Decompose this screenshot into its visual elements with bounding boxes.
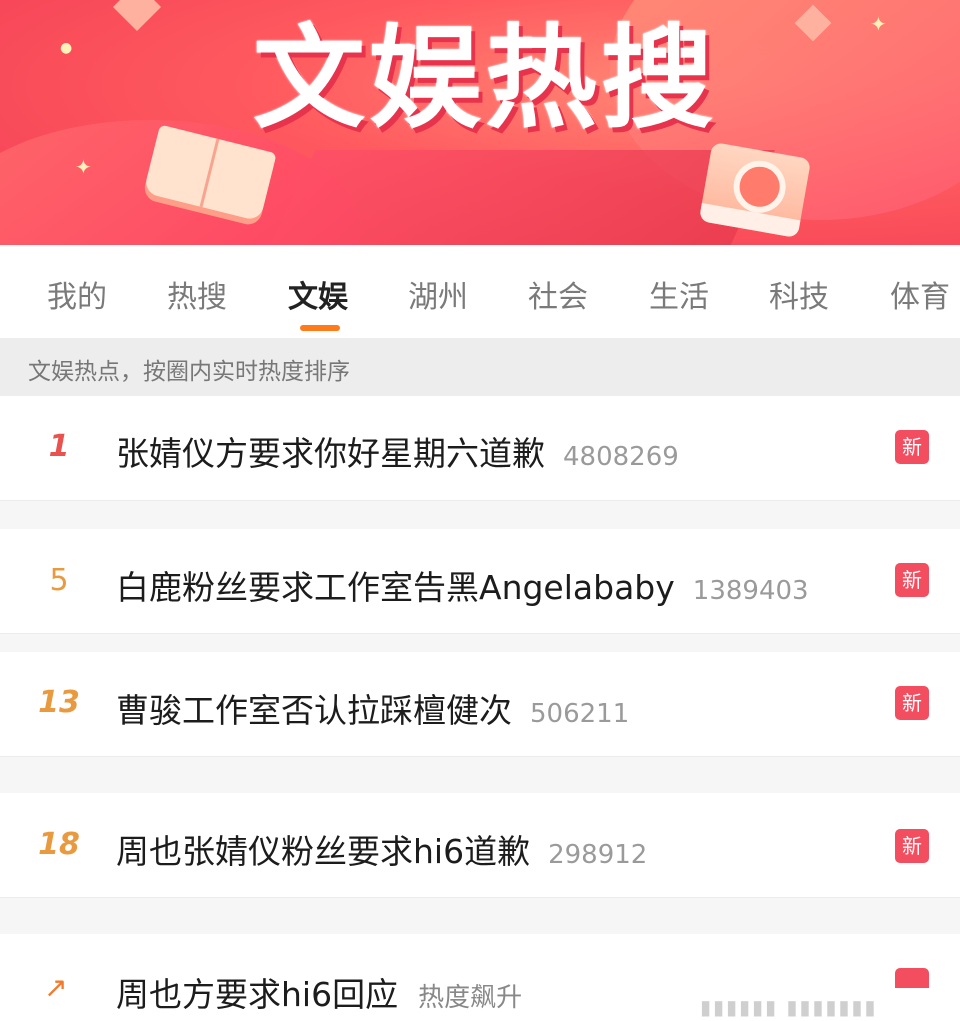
new-badge: 新 xyxy=(895,686,929,720)
topic-title: 周也方要求hi6回应 热度飙升 xyxy=(116,975,523,1014)
list-item[interactable]: 18 周也张婧仪粉丝要求hi6道歉 298912 新 xyxy=(0,793,960,897)
rank-number: 18 xyxy=(38,827,80,862)
sparkle-icon: ✦ xyxy=(75,155,92,179)
list-item[interactable]: 13 曹骏工作室否认拉踩檀健次 506211 新 xyxy=(0,652,960,756)
rising-badge xyxy=(895,968,929,988)
new-badge: 新 xyxy=(895,430,929,464)
topic-title: 白鹿粉丝要求工作室告黑Angelababy 1389403 xyxy=(116,568,809,607)
heat-count: 1389403 xyxy=(692,576,809,606)
active-tab-indicator xyxy=(300,325,340,331)
heat-count: 506211 xyxy=(530,699,630,729)
banner: ✦ ✦ ● 文娱热搜 xyxy=(0,0,960,245)
tab-tech[interactable]: 科技 xyxy=(769,272,829,316)
section-header: 文娱热点，按圈内实时热度排序 xyxy=(0,338,960,396)
tab-society[interactable]: 社会 xyxy=(528,272,588,316)
rising-arrow-icon: ↗ xyxy=(44,971,68,1004)
list-item[interactable]: 5 白鹿粉丝要求工作室告黑Angelababy 1389403 新 xyxy=(0,529,960,633)
separator xyxy=(0,634,960,652)
tab-sports[interactable]: 体育 xyxy=(890,272,950,316)
category-tabs: 我的 热搜 文娱 湖州 社会 生活 科技 体育 xyxy=(0,245,960,337)
tab-mine[interactable]: 我的 xyxy=(47,272,107,316)
topic-title: 周也张婧仪粉丝要求hi6道歉 298912 xyxy=(116,832,648,871)
topic-title: 曹骏工作室否认拉踩檀健次 506211 xyxy=(116,691,630,730)
rank-number: 5 xyxy=(49,563,69,598)
tab-hot-search[interactable]: 热搜 xyxy=(167,272,227,316)
diamond-decoration xyxy=(112,0,162,32)
rank-number: 1 xyxy=(48,429,70,464)
new-badge: 新 xyxy=(895,829,929,863)
topic-title: 张婧仪方要求你好星期六道歉 4808269 xyxy=(116,434,679,473)
camera-icon xyxy=(698,141,812,239)
separator xyxy=(0,757,960,793)
tab-life[interactable]: 生活 xyxy=(649,272,709,316)
banner-shape xyxy=(245,150,775,245)
banner-title: 文娱热搜 xyxy=(253,14,717,144)
watermark: ▮▮▮▮▮▮ ▮▮▮▮▮▮▮ xyxy=(700,995,878,1019)
sparkle-icon: ● xyxy=(60,40,73,56)
rising-label: 热度飙升 xyxy=(418,983,523,1013)
tab-entertainment[interactable]: 文娱 xyxy=(288,272,348,316)
sparkle-icon: ✦ xyxy=(870,12,887,36)
list-item[interactable]: 1 张婧仪方要求你好星期六道歉 4808269 新 xyxy=(0,396,960,500)
section-description: 文娱热点，按圈内实时热度排序 xyxy=(28,359,350,385)
separator xyxy=(0,501,960,529)
separator xyxy=(0,898,960,934)
heat-count: 298912 xyxy=(548,840,648,870)
rank-number: 13 xyxy=(38,685,80,720)
tab-huzhou[interactable]: 湖州 xyxy=(408,272,468,316)
heat-count: 4808269 xyxy=(563,442,679,472)
new-badge: 新 xyxy=(895,563,929,597)
